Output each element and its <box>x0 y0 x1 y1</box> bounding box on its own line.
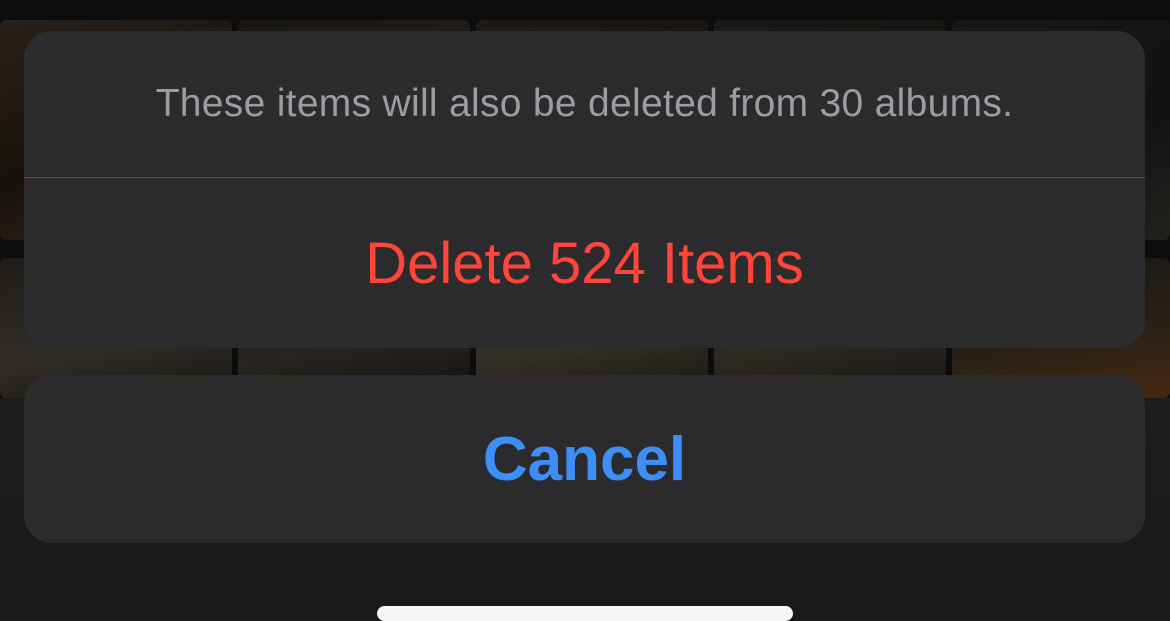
action-sheet: These items will also be deleted from 30… <box>24 31 1145 348</box>
screen: These items will also be deleted from 30… <box>0 0 1170 621</box>
cancel-button[interactable]: Cancel <box>24 375 1145 543</box>
home-indicator[interactable] <box>377 606 793 621</box>
delete-items-button[interactable]: Delete 524 Items <box>24 178 1145 348</box>
cancel-button-label: Cancel <box>482 424 687 494</box>
action-sheet-message: These items will also be deleted from 30… <box>155 82 1014 125</box>
